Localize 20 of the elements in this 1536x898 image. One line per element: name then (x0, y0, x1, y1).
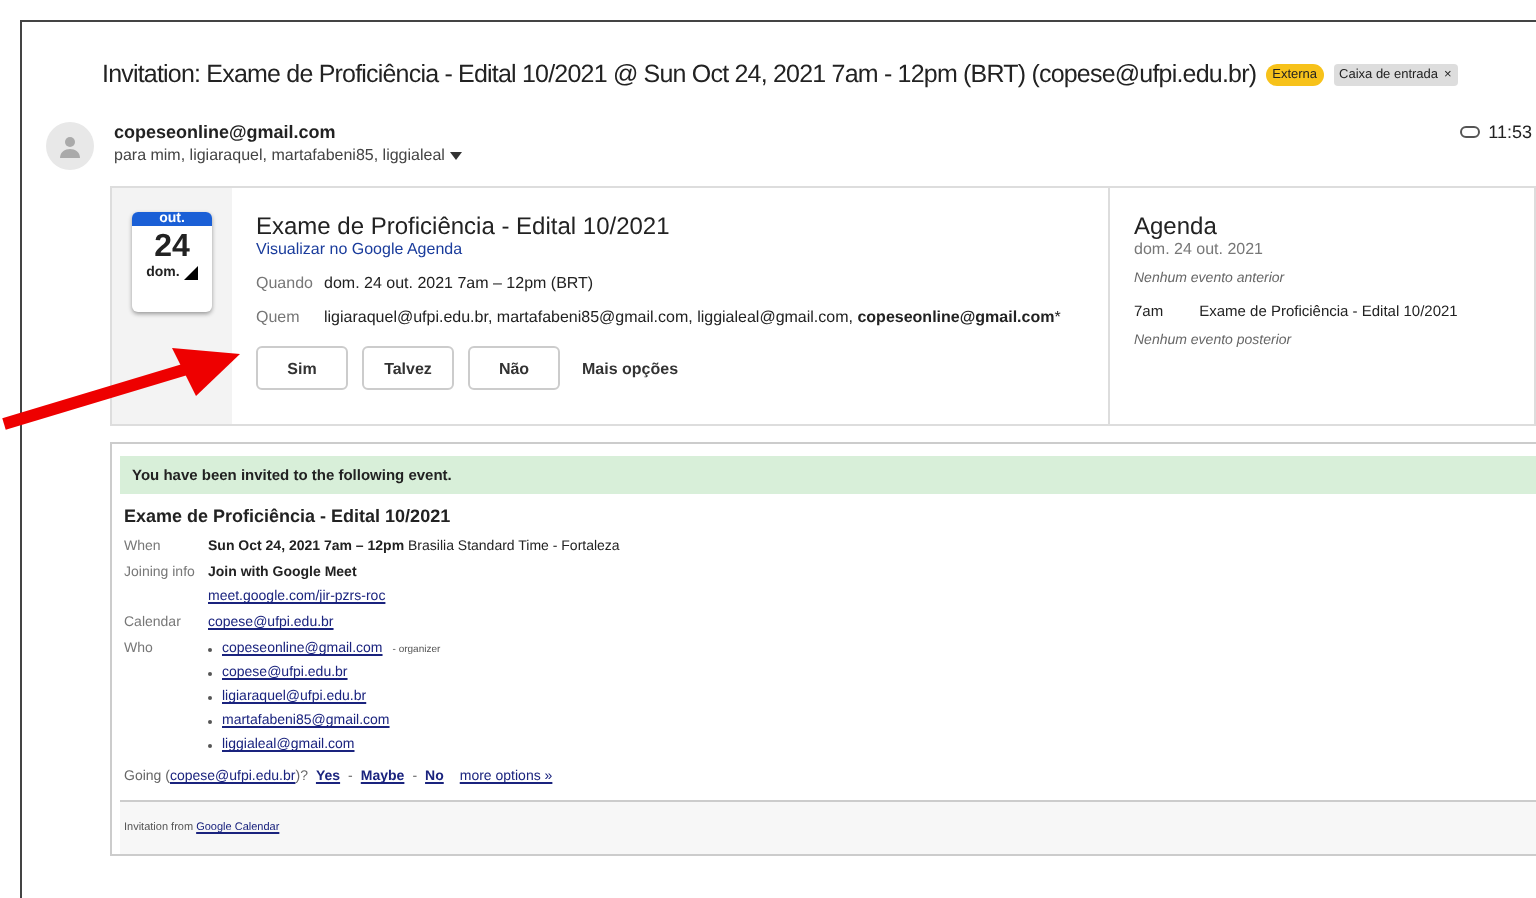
detail-value: ligiaraquel@ufpi.edu.br, martafabeni85@gmail.com, liggialeal@gmail.com, copeseonline@gmail.com* (324, 308, 1061, 326)
rsvp-button[interactable]: Talvez (362, 346, 454, 390)
rsvp-button[interactable]: Não (468, 346, 560, 390)
agenda-title: Agenda (1134, 212, 1219, 240)
calendar-link[interactable]: Visualizar no Google Agenda (256, 240, 1108, 258)
email-time: 11:53 (1460, 122, 1536, 142)
sender-email: copeseonline@gmail.com (114, 122, 338, 142)
email-subject: Invitation: Exame de Proficiência - Edital 10/2021 @ Sun Oct 24, 2021 7am - 12pm (BRT) (copese@ufpi.edu.br) (102, 60, 1257, 88)
recipients-text[interactable]: para mim, ligiaraquel, martafabeni85, liggialeal (114, 146, 1441, 164)
event-title: Exame de Proficiência - Edital 10/2021 (256, 212, 672, 240)
detail-label: Quando (256, 274, 308, 292)
invite-title: Exame de Proficiência - Edital 10/2021 (122, 504, 453, 530)
avatar-icon (46, 122, 94, 170)
attachment-icon (1460, 126, 1481, 138)
rsvp-button[interactable]: Sim (256, 346, 348, 390)
dropdown-caret-icon (450, 151, 463, 159)
agenda-date: dom. 24 out. 2021 (1134, 240, 1265, 258)
detail-value: dom. 24 out. 2021 7am – 12pm (BRT) (324, 274, 594, 292)
detail-label: Quem (256, 308, 302, 326)
more-options-link[interactable]: Mais opções (582, 359, 679, 377)
